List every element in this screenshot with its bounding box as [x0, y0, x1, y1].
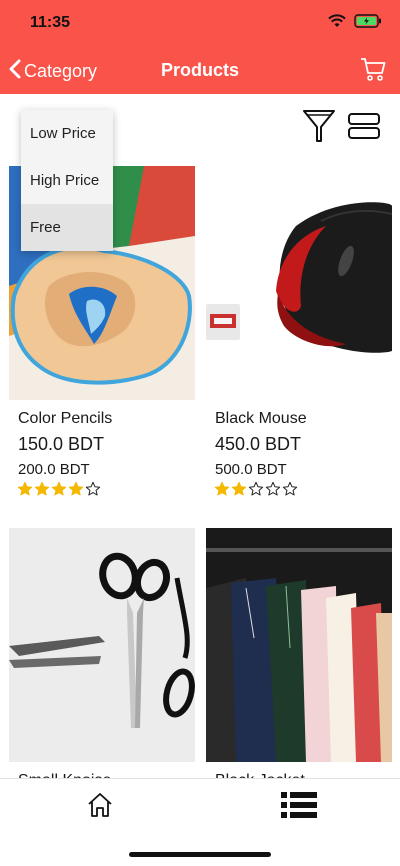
product-image	[206, 166, 392, 400]
status-time: 11:35	[30, 14, 71, 31]
chevron-left-icon	[8, 58, 22, 85]
product-old-price: 200.0 BDT	[18, 461, 90, 478]
cart-button[interactable]	[360, 56, 386, 87]
filter-button[interactable]	[301, 108, 337, 149]
star-filled-icon	[68, 481, 84, 496]
product-name: Color Pencils	[18, 410, 113, 427]
rating-stars	[17, 481, 195, 497]
product-price: 450.0 BDT	[215, 434, 302, 454]
status-bar: 11:35	[0, 0, 400, 48]
status-icons	[328, 14, 382, 33]
product-old-price: 500.0 BDT	[215, 461, 287, 478]
product-image	[9, 528, 195, 762]
sort-dropdown: Low Price High Price Free	[21, 110, 113, 251]
product-card[interactable]: Small Knoise	[9, 528, 195, 790]
home-icon	[86, 793, 114, 823]
star-filled-icon	[51, 481, 67, 496]
navigation-bar: Category Products	[0, 48, 400, 94]
list-icon	[280, 792, 318, 823]
home-tab[interactable]	[86, 791, 114, 824]
back-label: Category	[24, 61, 98, 81]
back-button[interactable]: Category	[8, 58, 97, 85]
layout-toggle-button[interactable]	[347, 112, 381, 145]
star-filled-icon	[17, 481, 33, 496]
list-tab[interactable]	[280, 791, 318, 824]
star-empty-icon	[85, 481, 101, 496]
product-card[interactable]: Black Mouse 450.0 BDT 500.0 BDT	[206, 166, 392, 497]
sort-option-low-price[interactable]: Low Price	[21, 110, 113, 157]
filter-icon	[301, 110, 337, 148]
product-name: Black Mouse	[215, 410, 307, 427]
battery-icon	[354, 14, 382, 33]
star-filled-icon	[231, 481, 247, 496]
product-card[interactable]: Black Jacket	[206, 528, 392, 790]
star-empty-icon	[248, 481, 264, 496]
home-indicator	[129, 852, 271, 857]
product-price: 150.0 BDT	[18, 434, 105, 454]
star-filled-icon	[214, 481, 230, 496]
sort-option-high-price[interactable]: High Price	[21, 157, 113, 204]
sort-option-free[interactable]: Free	[21, 204, 113, 251]
star-filled-icon	[34, 481, 50, 496]
star-empty-icon	[265, 481, 281, 496]
star-empty-icon	[282, 481, 298, 496]
product-image	[206, 528, 392, 762]
rating-stars	[214, 481, 392, 497]
cart-icon	[360, 58, 386, 86]
wifi-icon	[328, 14, 346, 33]
list-layout-icon	[347, 113, 381, 144]
